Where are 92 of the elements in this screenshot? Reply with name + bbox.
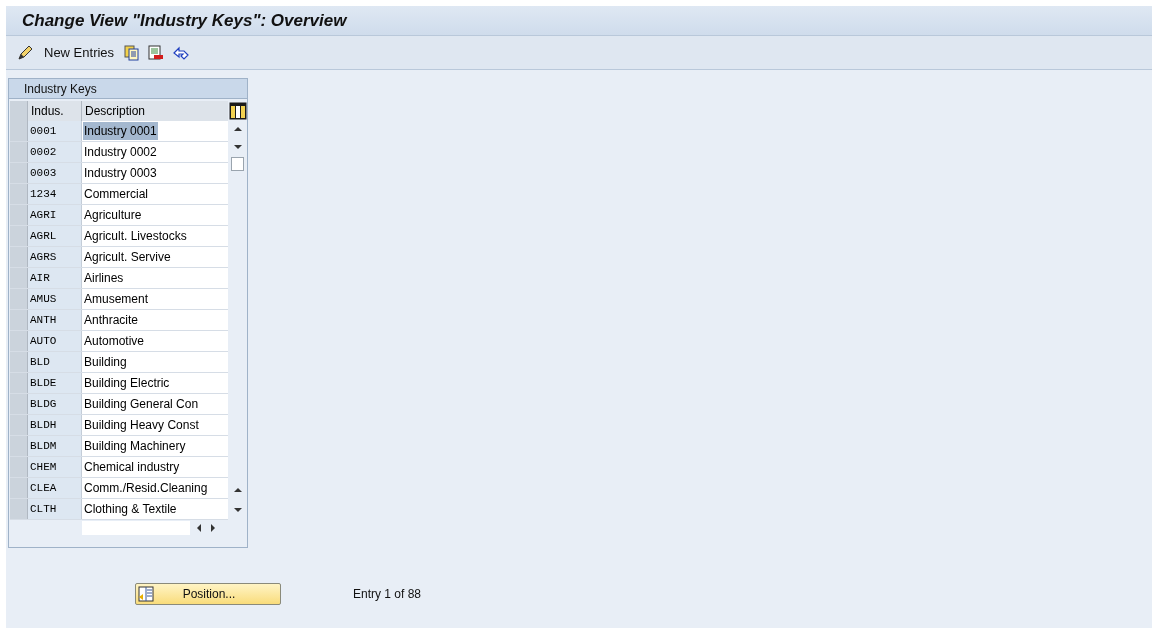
- table-settings-icon[interactable]: [229, 102, 247, 120]
- row-selector[interactable]: [10, 205, 28, 225]
- table-cell: 1234: [28, 184, 82, 204]
- pencil-icon[interactable]: [16, 43, 34, 62]
- table-title: Industry Keys: [9, 79, 247, 99]
- row-selector[interactable]: [10, 121, 28, 141]
- table-cell: AMUS: [28, 289, 82, 309]
- table-cell: ANTH: [28, 310, 82, 330]
- input-field[interactable]: Industry 0003: [82, 163, 228, 183]
- position-button[interactable]: Position...: [135, 583, 281, 605]
- row-selector[interactable]: [10, 394, 28, 414]
- input-field[interactable]: Airlines: [82, 268, 228, 288]
- row-selector[interactable]: [10, 247, 28, 267]
- description-text: Amusement: [83, 291, 150, 308]
- description-text: Agricult. Servive: [83, 249, 172, 266]
- row-selector[interactable]: [10, 268, 28, 288]
- entry-count: Entry 1 of 88: [353, 586, 422, 603]
- input-field[interactable]: Anthracite: [82, 310, 228, 330]
- table-cell: BLDE: [28, 373, 82, 393]
- table-cell: AGRL: [28, 226, 82, 246]
- row-selector-header: [10, 101, 28, 121]
- input-field[interactable]: Building Heavy Const: [82, 415, 228, 435]
- scrollbar-thumb[interactable]: [231, 157, 244, 171]
- table-cell: AGRS: [28, 247, 82, 267]
- row-selector[interactable]: [10, 436, 28, 456]
- input-field[interactable]: Automotive: [82, 331, 228, 351]
- description-text: Building Electric: [83, 375, 171, 392]
- row-selector[interactable]: [10, 184, 28, 204]
- input-field[interactable]: Clothing & Textile: [82, 499, 228, 519]
- row-selector[interactable]: [10, 163, 28, 183]
- table-cell: 0003: [28, 163, 82, 183]
- description-text: Industry 0001: [83, 122, 158, 140]
- input-field[interactable]: Industry 0001: [82, 121, 228, 141]
- description-text: Commercial: [83, 186, 149, 203]
- input-field[interactable]: Industry 0002: [82, 142, 228, 162]
- table-cell: 0002: [28, 142, 82, 162]
- input-field[interactable]: Building Electric: [82, 373, 228, 393]
- row-selector[interactable]: [10, 457, 28, 477]
- description-text: Building General Con: [83, 396, 200, 413]
- description-text: Agricult. Livestocks: [83, 228, 188, 245]
- position-icon: [138, 586, 154, 602]
- input-field[interactable]: Building: [82, 352, 228, 372]
- description-text: Chemical industry: [83, 459, 181, 476]
- copy-icon[interactable]: [124, 44, 141, 61]
- input-field[interactable]: Agricult. Livestocks: [82, 226, 228, 246]
- input-field[interactable]: Agriculture: [82, 205, 228, 225]
- table-cell: BLD: [28, 352, 82, 372]
- table-cell: BLDM: [28, 436, 82, 456]
- row-selector[interactable]: [10, 289, 28, 309]
- undo-icon[interactable]: [172, 44, 191, 61]
- delete-icon[interactable]: [148, 44, 165, 61]
- description-text: Industry 0002: [83, 144, 158, 161]
- description-text: Building Heavy Const: [83, 417, 200, 434]
- row-selector[interactable]: [10, 331, 28, 351]
- input-field[interactable]: Chemical industry: [82, 457, 228, 477]
- description-text: Comm./Resid.Cleaning: [83, 480, 209, 497]
- column-header[interactable]: Description: [82, 101, 228, 121]
- table-cell: AIR: [28, 268, 82, 288]
- screen-title: Change View "Industry Keys": Overview: [22, 9, 347, 32]
- row-selector[interactable]: [10, 415, 28, 435]
- new-entries-button[interactable]: New Entries: [42, 42, 117, 63]
- description-text: Anthracite: [83, 312, 140, 329]
- description-text: Building Machinery: [83, 438, 187, 455]
- input-field[interactable]: Building Machinery: [82, 436, 228, 456]
- description-text: Building: [83, 354, 128, 371]
- row-selector[interactable]: [10, 310, 28, 330]
- row-selector[interactable]: [10, 499, 28, 519]
- description-text: Airlines: [83, 270, 125, 287]
- table-cell: CLEA: [28, 478, 82, 498]
- input-field[interactable]: Commercial: [82, 184, 228, 204]
- input-field[interactable]: Amusement: [82, 289, 228, 309]
- row-selector[interactable]: [10, 373, 28, 393]
- description-text: Agriculture: [83, 207, 143, 224]
- input-field[interactable]: Comm./Resid.Cleaning: [82, 478, 228, 498]
- row-selector[interactable]: [10, 352, 28, 372]
- row-selector[interactable]: [10, 226, 28, 246]
- table-cell: CHEM: [28, 457, 82, 477]
- column-header[interactable]: Indus.: [28, 101, 82, 121]
- input-field[interactable]: Building General Con: [82, 394, 228, 414]
- horizontal-scrollbar[interactable]: [82, 521, 190, 535]
- table-cell: BLDH: [28, 415, 82, 435]
- row-selector[interactable]: [10, 478, 28, 498]
- description-text: Industry 0003: [83, 165, 158, 182]
- description-text: Clothing & Textile: [83, 501, 178, 518]
- table-cell: BLDG: [28, 394, 82, 414]
- input-field[interactable]: Agricult. Servive: [82, 247, 228, 267]
- table-cell: 0001: [28, 121, 82, 141]
- table-cell: AGRI: [28, 205, 82, 225]
- row-selector[interactable]: [10, 142, 28, 162]
- description-text: Automotive: [83, 333, 146, 350]
- table-cell: CLTH: [28, 499, 82, 519]
- table-cell: AUTO: [28, 331, 82, 351]
